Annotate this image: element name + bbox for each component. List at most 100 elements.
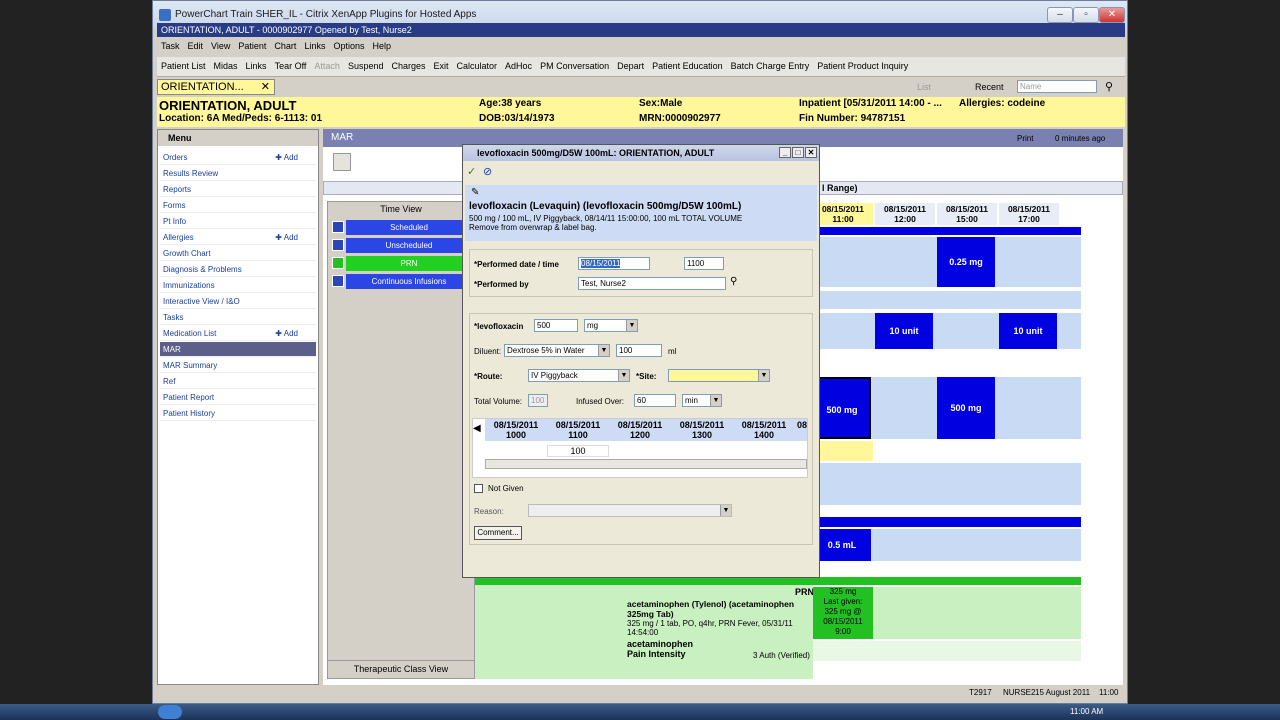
- diluent-select[interactable]: Dextrose 5% in Water ▼: [504, 344, 610, 357]
- attach-button[interactable]: Attach: [310, 57, 344, 71]
- exit-button[interactable]: Exit: [430, 57, 453, 71]
- menu-item-patient-history[interactable]: Patient History: [160, 406, 316, 421]
- menu-view[interactable]: View: [207, 39, 234, 53]
- reason-select[interactable]: ▼: [528, 504, 732, 517]
- dose-unit-select[interactable]: mg ▼: [584, 319, 638, 332]
- add-orders-button[interactable]: ✚ Add: [275, 150, 298, 165]
- refresh-status[interactable]: 0 minutes ago: [1055, 134, 1105, 143]
- comment-button[interactable]: Comment...: [474, 526, 522, 540]
- menu-item-results-review[interactable]: Results Review: [160, 166, 316, 181]
- infusion-value-1100[interactable]: 100: [547, 445, 609, 457]
- maximize-button[interactable]: ▫: [1073, 7, 1099, 23]
- prn-order-name[interactable]: acetaminophen (Tylenol) (acetaminophen 3…: [627, 599, 807, 619]
- sign-check-icon[interactable]: ✓: [467, 165, 476, 178]
- dose-cell-05[interactable]: 0.5 mL: [813, 529, 871, 561]
- dialog-maximize-button[interactable]: □: [792, 147, 804, 158]
- adhoc-button[interactable]: AdHoc: [501, 57, 536, 71]
- pm-conversation-button[interactable]: PM Conversation: [536, 57, 613, 71]
- route-select[interactable]: IV Piggyback ▼: [528, 369, 630, 382]
- patient-product-inquiry-button[interactable]: Patient Product Inquiry: [813, 57, 912, 71]
- infused-over-field[interactable]: 60: [634, 394, 676, 407]
- col-header-1700[interactable]: 08/15/2011 17:00: [999, 203, 1059, 225]
- close-tab-icon[interactable]: ✕: [261, 80, 270, 94]
- menu-item-mar[interactable]: MAR: [160, 342, 316, 357]
- menu-edit[interactable]: Edit: [184, 39, 208, 53]
- menu-item-patient-report[interactable]: Patient Report: [160, 390, 316, 405]
- menu-item-forms[interactable]: Forms: [160, 198, 316, 213]
- dose-cell-500-selected[interactable]: 500 mg: [813, 377, 871, 439]
- site-select[interactable]: ▼: [668, 369, 770, 382]
- suspend-button[interactable]: Suspend: [344, 57, 388, 71]
- menu-item-reports[interactable]: Reports: [160, 182, 316, 197]
- menu-item-pt-info[interactable]: Pt Info: [160, 214, 316, 229]
- midas-button[interactable]: Midas: [210, 57, 242, 71]
- list-button[interactable]: List: [917, 82, 931, 92]
- filter-scheduled[interactable]: Scheduled: [332, 220, 472, 235]
- not-given-checkbox[interactable]: [474, 484, 483, 493]
- tear-off-button[interactable]: Tear Off: [271, 57, 311, 71]
- recent-button[interactable]: Recent: [975, 82, 1004, 92]
- menu-item-allergies[interactable]: Allergies ✚ Add: [160, 230, 316, 245]
- dialog-close-button[interactable]: ✕: [805, 147, 817, 158]
- binoculars-icon[interactable]: ⚲: [730, 276, 737, 287]
- dialog-minimize-button[interactable]: _: [779, 147, 791, 158]
- menu-item-interactive-view[interactable]: Interactive View / I&O: [160, 294, 316, 309]
- prn-dose-cell[interactable]: 325 mg Last given: 325 mg @08/15/2011 9:00: [813, 587, 873, 639]
- filter-continuous[interactable]: Continuous Infusions: [332, 274, 472, 289]
- menu-links[interactable]: Links: [300, 39, 329, 53]
- dose-cell-10-unit-a[interactable]: 10 unit: [875, 313, 933, 349]
- col-header-1100[interactable]: 08/15/2011 11:00: [813, 203, 873, 225]
- diluent-unit: ml: [668, 347, 677, 356]
- performed-by-field[interactable]: Test, Nurse2: [578, 277, 726, 290]
- print-button[interactable]: Print: [1017, 134, 1033, 143]
- menu-patient[interactable]: Patient: [234, 39, 270, 53]
- filter-unscheduled[interactable]: Unscheduled: [332, 238, 472, 253]
- minimize-button[interactable]: –: [1047, 7, 1073, 23]
- menu-item-mar-summary[interactable]: MAR Summary: [160, 358, 316, 373]
- batch-charge-entry-button[interactable]: Batch Charge Entry: [727, 57, 814, 71]
- dose-cell-500[interactable]: 500 mg: [937, 377, 995, 439]
- dose-cell-10-unit-b[interactable]: 10 unit: [999, 313, 1057, 349]
- menu-item-diagnosis[interactable]: Diagnosis & Problems: [160, 262, 316, 277]
- cancel-icon[interactable]: ⊘: [483, 165, 492, 178]
- add-medication-button[interactable]: ✚ Add: [275, 326, 298, 341]
- patient-list-button[interactable]: Patient List: [157, 57, 210, 71]
- links-button[interactable]: Links: [242, 57, 271, 71]
- therapeutic-class-view-button[interactable]: Therapeutic Class View: [328, 660, 474, 676]
- infusion-time-grid: ◀ 08/15/2011 1000 08/15/2011 1100 08/15/20…: [472, 418, 808, 478]
- depart-button[interactable]: Depart: [613, 57, 648, 71]
- binoculars-icon[interactable]: ⚲: [1105, 80, 1113, 93]
- menu-options[interactable]: Options: [329, 39, 368, 53]
- infused-unit-select[interactable]: min ▼: [682, 394, 722, 407]
- calculator-button[interactable]: Calculator: [453, 57, 502, 71]
- close-button[interactable]: ✕: [1099, 7, 1125, 23]
- mar-action-icon[interactable]: [333, 153, 351, 171]
- status-user: NURSE2: [1003, 688, 1036, 697]
- menu-task[interactable]: Task: [157, 39, 184, 53]
- filter-prn[interactable]: PRN: [332, 256, 472, 271]
- menu-item-tasks[interactable]: Tasks: [160, 310, 316, 325]
- col-header-1200[interactable]: 08/15/2011 12:00: [875, 203, 935, 225]
- diluent-volume-field[interactable]: 100: [616, 344, 662, 357]
- menu-item-ref[interactable]: Ref: [160, 374, 316, 389]
- start-button[interactable]: [158, 705, 182, 719]
- menu-item-medication-list[interactable]: Medication List ✚ Add: [160, 326, 316, 341]
- performed-time-field[interactable]: 1100: [684, 257, 724, 270]
- patient-search-input[interactable]: Name: [1017, 80, 1097, 93]
- menu-item-growth-chart[interactable]: Growth Chart: [160, 246, 316, 261]
- dose-field[interactable]: 500: [534, 319, 578, 332]
- add-allergy-button[interactable]: ✚ Add: [275, 230, 298, 245]
- site-label: *Site:: [636, 372, 657, 381]
- patient-education-button[interactable]: Patient Education: [648, 57, 727, 71]
- charges-button[interactable]: Charges: [387, 57, 429, 71]
- arrow-left-icon[interactable]: ◀: [473, 423, 483, 443]
- dose-cell-025[interactable]: 0.25 mg: [937, 237, 995, 287]
- menu-item-orders[interactable]: Orders ✚ Add: [160, 150, 316, 165]
- menu-help[interactable]: Help: [368, 39, 395, 53]
- infusion-scrollbar[interactable]: [485, 459, 807, 469]
- performed-date-field[interactable]: 08/15/2011: [578, 257, 650, 270]
- patient-tab[interactable]: ORIENTATION... ✕: [157, 79, 275, 95]
- menu-item-immunizations[interactable]: Immunizations: [160, 278, 316, 293]
- menu-chart[interactable]: Chart: [270, 39, 300, 53]
- col-header-1500[interactable]: 08/15/2011 15:00: [937, 203, 997, 225]
